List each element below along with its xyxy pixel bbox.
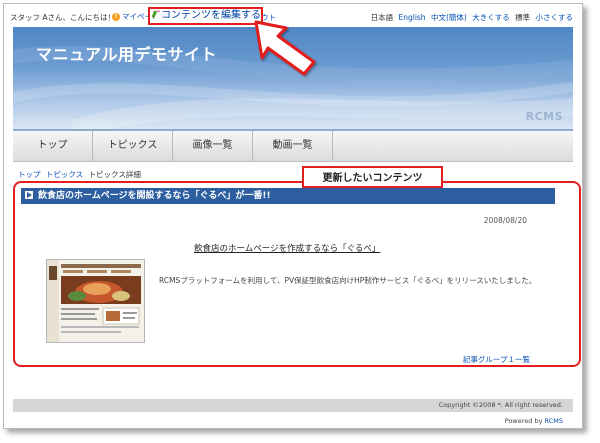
lang-japanese: 日本語 <box>370 13 394 22</box>
main-navigation: トップ トピックス 画像一覧 動画一覧 <box>13 129 573 162</box>
edit-content-label: コンテンツを編集する <box>161 10 261 21</box>
article-body-text: RCMSプラットフォームを利用して、PV保証型飲食店向けHP制作サービス「ぐるべ… <box>159 276 537 285</box>
edit-content-button[interactable]: コンテンツを編集する <box>148 7 263 25</box>
breadcrumb: トップ トピックス トピックス詳細 <box>18 169 141 180</box>
font-normal-link[interactable]: 標準 <box>515 13 530 22</box>
breadcrumb-top-link[interactable]: トップ <box>18 170 41 179</box>
nav-item-top[interactable]: トップ <box>13 131 93 161</box>
language-and-font-switcher: 日本語 English 中文(簡体) 大きくする 標準 小さくする <box>368 12 573 23</box>
powered-by-rcms-link[interactable]: RCMS <box>545 417 563 425</box>
article-header: 飲食店のホームページを開設するなら「ぐるべ」が一番!! <box>21 188 555 204</box>
article-group-list-link[interactable]: 記事グループ１一覧 <box>463 354 530 365</box>
callout-label: 更新したいコンテンツ <box>302 166 443 188</box>
article-thumbnail[interactable] <box>46 259 145 343</box>
mypage-link[interactable]: ! マイペー <box>112 11 152 22</box>
nav-item-images[interactable]: 画像一覧 <box>173 131 253 161</box>
site-title[interactable]: マニュアル用デモサイト <box>36 41 217 65</box>
info-icon: ! <box>112 13 120 21</box>
copyright-text: Copyright ©2008 *. All right reserved. <box>438 401 563 409</box>
article-header-text: 飲食店のホームページを開設するなら「ぐるべ」が一番!! <box>38 191 271 201</box>
font-large-link[interactable]: 大きくする <box>472 13 510 22</box>
pencil-icon <box>152 9 160 19</box>
powered-by-label: Powered by <box>504 417 543 425</box>
article-date: 2008/08/20 <box>483 216 527 225</box>
lang-chinese-link[interactable]: 中文(簡体) <box>431 13 467 22</box>
lang-english-link[interactable]: English <box>398 13 425 22</box>
footer-bar: Copyright ©2008 *. All right reserved. <box>13 399 573 412</box>
nav-item-topics[interactable]: トピックス <box>93 131 173 161</box>
browser-page: スタッフ Aさん、こんにちは！ ! マイペー ウト 日本語 English 中文(… <box>3 3 583 429</box>
pointer-arrow-icon <box>254 20 316 76</box>
font-small-link[interactable]: 小さくする <box>536 13 574 22</box>
breadcrumb-current: トピックス詳細 <box>88 170 141 179</box>
play-icon <box>25 191 33 199</box>
rcms-watermark: RCMS <box>525 110 563 123</box>
website-screenshot-image <box>47 260 144 342</box>
powered-by: Powered by RCMS <box>505 417 563 425</box>
user-greeting: スタッフ Aさん、こんにちは！ <box>10 13 116 22</box>
nav-item-videos[interactable]: 動画一覧 <box>253 131 333 161</box>
article-title-link[interactable]: 飲食店のホームページを作成するなら「ぐるべ」 <box>194 242 380 254</box>
breadcrumb-topics-link[interactable]: トピックス <box>46 170 83 179</box>
